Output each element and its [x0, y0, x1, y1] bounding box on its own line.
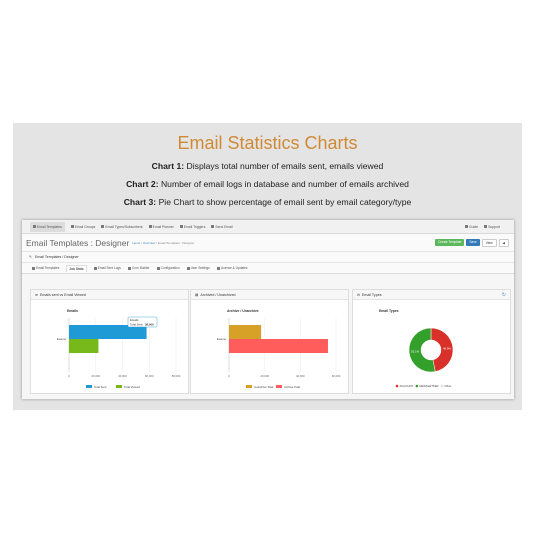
tab-user-settings[interactable]: User Settings	[186, 266, 210, 270]
pencil-icon: ✎	[29, 255, 33, 259]
breadcrumb: Home / Overview / Email Templates : Desi…	[132, 240, 195, 245]
legend-label: Archive Total	[284, 385, 300, 389]
breadcrumb-current: Email Templates : Designer	[157, 240, 195, 245]
legend-label: NEWSLETTER	[419, 384, 438, 388]
x-tick-label: 40,000	[296, 374, 305, 378]
refresh-icon[interactable]: ↻	[502, 292, 506, 298]
top-nav: Email Templates Email Groups Email Types…	[22, 220, 514, 234]
legend-label: Other	[444, 384, 451, 388]
view-button[interactable]: View	[481, 238, 497, 247]
nav-item-email-templates[interactable]: Email Templates	[30, 221, 65, 232]
chart-title: Archive / Unarchive	[227, 309, 259, 313]
clock-icon	[127, 266, 131, 270]
x-tick-label: 60,000	[332, 374, 341, 378]
nav-item-email-groups[interactable]: Email Groups	[70, 225, 95, 229]
y-category-label: Exams	[57, 337, 67, 341]
nav-item-email-triggers[interactable]: Email Triggers	[179, 225, 205, 229]
pie-chart-email-types: Email Types 46.9% 53.1% ACCOUNT NEWSLETTER Ot…	[379, 309, 454, 388]
list-icon	[93, 266, 97, 270]
panel-heading: ✎ Email Templates / Designer	[22, 252, 514, 263]
bar-chart-archive: Archive / Unarchive 0 20,000 40,000 60,000 Ex…	[217, 309, 341, 389]
x-tick-label: 60,000	[145, 374, 154, 378]
bar-unarchive-total	[229, 325, 262, 339]
bar-total-viewed	[69, 339, 99, 353]
tag-icon	[101, 225, 105, 228]
description-1: Chart 1: Displays total number of emails…	[151, 161, 384, 171]
tab-bar: Email Templates Job Stats Email Sent Log…	[22, 263, 514, 274]
legend-swatch	[276, 385, 282, 388]
x-tick-label: 40,000	[118, 374, 127, 378]
page-header: Email Templates : Designer Home / Overvi…	[22, 234, 514, 252]
chart-box-archived: ▤ Archived / Unarchived Archive / Unarchi…	[190, 289, 349, 394]
chart-box-emails-sent: ➦ Emails sent vs Email Viewed Emails 0 20,0…	[30, 289, 189, 394]
support-icon	[484, 225, 488, 228]
tab-configuration[interactable]: Configuration	[156, 266, 180, 270]
legend-swatch	[86, 385, 92, 388]
breadcrumb-home[interactable]: Home	[132, 241, 140, 245]
chart-title: Emails	[67, 309, 78, 313]
chart-title: Email Types	[379, 309, 399, 313]
x-tick-label: 20,000	[260, 374, 269, 378]
breadcrumb-overview[interactable]: Overview	[143, 241, 156, 245]
x-tick-label: 20,000	[91, 374, 100, 378]
bar-chart-emails: Emails 0 20,000 40,000 60,000 80,000 Exams Tota…	[57, 309, 181, 389]
calendar-icon	[148, 225, 152, 228]
box-title: Email Types	[362, 292, 382, 297]
legend-label: Unarchive Total	[254, 385, 274, 389]
legend-swatch	[440, 384, 444, 388]
send-icon	[211, 225, 215, 228]
legend-label: Total Viewed	[124, 385, 140, 389]
save-button[interactable]: Save	[466, 238, 480, 246]
panel-title: Email Templates / Designer	[35, 255, 79, 259]
tooltip-value: 58,000	[145, 323, 154, 327]
user-icon	[186, 266, 190, 270]
nav-item-support[interactable]: Support	[484, 225, 500, 229]
archive-icon: ▤	[195, 292, 199, 297]
y-category-label: Exams	[217, 337, 227, 341]
nav-item-email-planner[interactable]: Email Planner	[148, 225, 174, 229]
key-icon	[216, 266, 220, 270]
envelope-icon	[33, 225, 36, 228]
bar-archive-total	[229, 339, 328, 353]
tooltip-label: Total Sent:	[130, 323, 143, 327]
nav-item-send-email[interactable]: Send Email	[211, 225, 233, 229]
gear-icon	[156, 266, 160, 270]
box-title: Emails sent vs Email Viewed	[40, 292, 86, 297]
header-title: Email Templates : Designer	[26, 237, 130, 248]
back-button[interactable]: ◀	[498, 238, 509, 247]
tab-cron-builder[interactable]: Cron Builder	[127, 266, 150, 270]
slice-label: 53.1%	[411, 350, 419, 354]
bolt-icon	[179, 225, 183, 228]
slice-label: 46.9%	[443, 346, 451, 350]
legend-swatch	[246, 385, 252, 388]
envelope-icon: ✉	[357, 292, 361, 297]
description-2: Chart 2: Number of email logs in databas…	[126, 179, 409, 189]
box-title: Archived / Unarchived	[200, 292, 236, 297]
x-tick-label: 0	[68, 374, 70, 378]
tab-job-stats[interactable]: Job Stats	[66, 264, 87, 272]
tooltip-title: Emails	[130, 318, 139, 322]
chart-box-email-types: ✉ Email Types ↻ Email Types 46.9% 53.1% ACCOU…	[352, 289, 511, 394]
x-tick-label: 0	[228, 374, 230, 378]
legend-swatch	[415, 384, 419, 388]
envelope-icon	[32, 266, 35, 270]
nav-item-guide[interactable]: Guide	[465, 225, 478, 229]
create-template-button[interactable]: Create Template	[435, 238, 465, 246]
app-screenshot-window: Email Templates Email Groups Email Types…	[22, 220, 514, 399]
nav-item-email-types[interactable]: Email Types/Subscribers	[101, 225, 143, 229]
share-icon: ➦	[35, 292, 39, 297]
legend-label: ACCOUNT	[400, 384, 414, 388]
group-icon	[70, 225, 74, 228]
legend-swatch	[116, 385, 122, 388]
tab-email-templates[interactable]: Email Templates	[32, 266, 59, 270]
legend-swatch	[395, 384, 399, 388]
page-title: Email Statistics Charts	[177, 133, 358, 153]
x-tick-label: 80,000	[172, 374, 181, 378]
description-3: Chart 3: Pie Chart to show percentage of…	[123, 197, 412, 207]
tab-license-updates[interactable]: License & Updates	[216, 266, 248, 270]
tab-email-sent-logs[interactable]: Email Sent Logs	[93, 266, 121, 270]
book-icon	[465, 225, 469, 228]
legend-label: Total Sent	[94, 385, 107, 389]
